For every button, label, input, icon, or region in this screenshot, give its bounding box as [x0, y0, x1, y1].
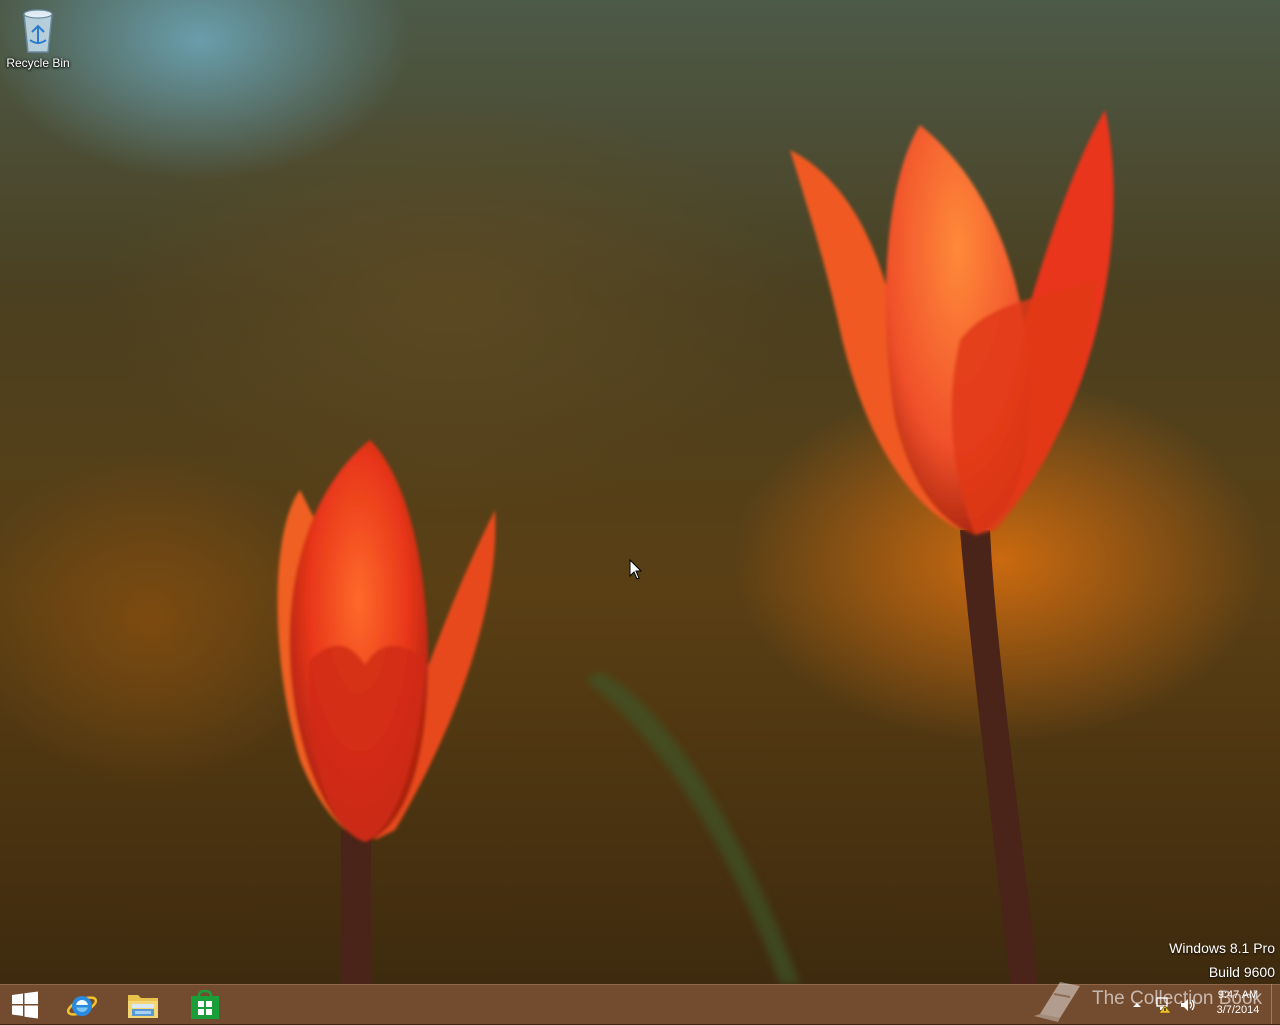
store-bag-icon: [191, 990, 219, 1019]
recycle-bin-icon: [23, 9, 53, 53]
start-button[interactable]: [0, 985, 50, 1025]
internet-explorer-button[interactable]: [53, 985, 111, 1025]
mouse-pointer-icon: [629, 559, 643, 580]
desktop[interactable]: Recycle Bin Windows 8.1 Pro Build 9600: [0, 0, 1280, 984]
windows-build-watermark: Build 9600: [1208, 964, 1275, 980]
tulip-wallpaper: [277, 110, 1114, 984]
volume-icon[interactable]: [1179, 997, 1197, 1013]
desktop-icon-label: Recycle Bin: [6, 56, 70, 70]
system-clock[interactable]: 9:47 AM 3/7/2014: [1206, 988, 1270, 1022]
windows-edition-watermark: Windows 8.1 Pro: [1169, 940, 1275, 956]
ie-icon: [66, 996, 98, 1016]
network-icon[interactable]: [1155, 996, 1173, 1014]
taskbar: [0, 984, 1280, 1024]
show-desktop-button[interactable]: [1271, 984, 1280, 1024]
clock-time: 9:47 AM: [1217, 989, 1259, 1001]
chevron-up-icon[interactable]: [1131, 1000, 1143, 1010]
clock-date: 3/7/2014: [1216, 1004, 1260, 1016]
folder-icon: [128, 995, 158, 1018]
file-explorer-button[interactable]: [114, 985, 172, 1025]
desktop-icon-recycle-bin[interactable]: Recycle Bin: [2, 4, 74, 76]
windows-logo-icon: [12, 991, 38, 1019]
store-button[interactable]: [176, 985, 234, 1025]
